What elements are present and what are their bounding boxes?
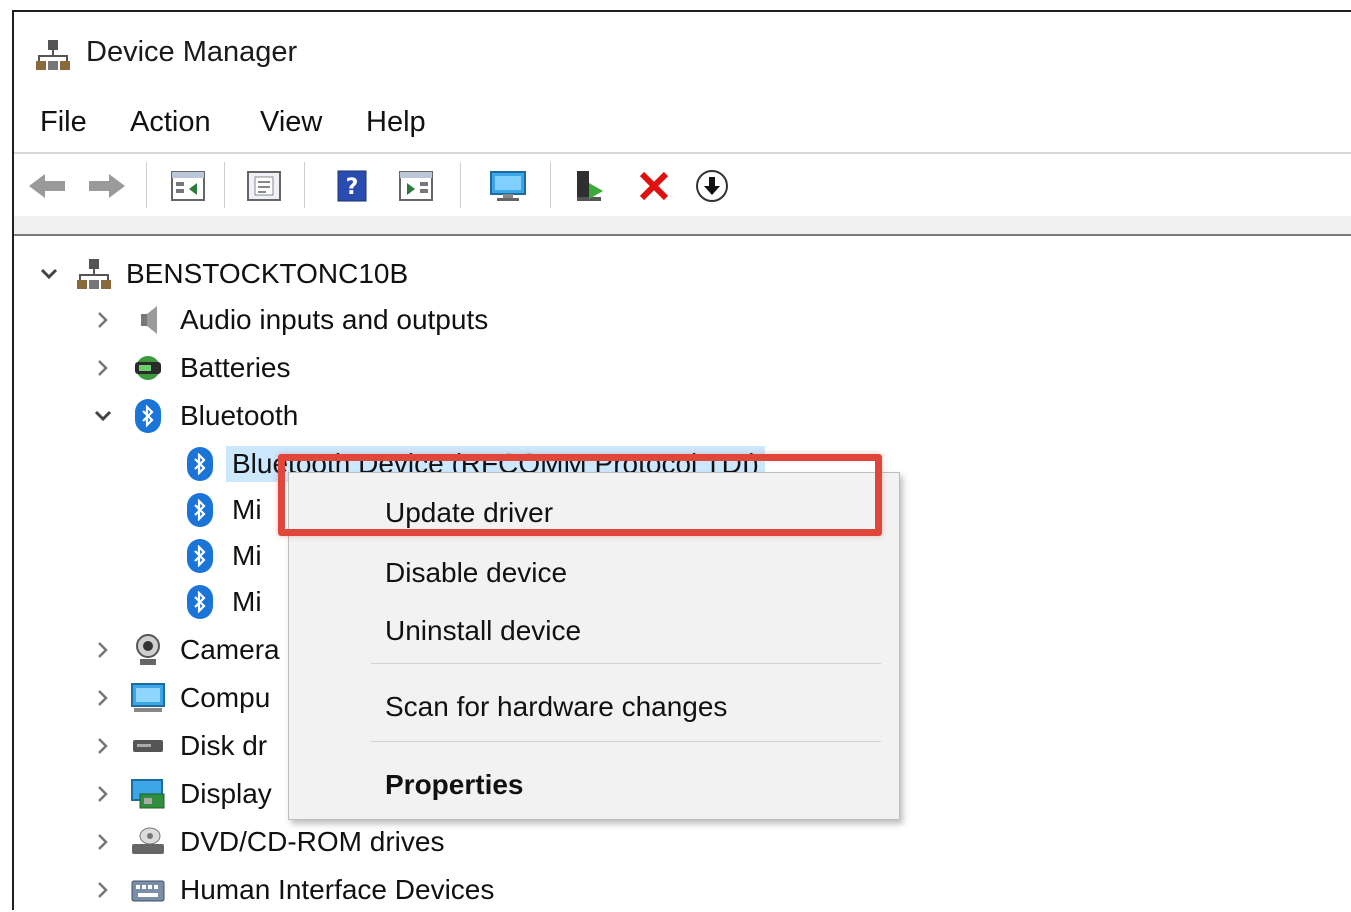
show-hide-console-tree-icon[interactable] xyxy=(168,166,208,206)
tree-item-label: Mi xyxy=(232,494,262,525)
menu-view[interactable]: View xyxy=(260,106,322,139)
menu-separator xyxy=(371,663,881,664)
tree-item-label: Batteries xyxy=(180,352,291,383)
bluetooth-icon xyxy=(182,446,218,482)
speaker-icon xyxy=(130,302,166,338)
monitor-icon xyxy=(130,680,166,716)
menu-separator xyxy=(371,741,881,742)
menu-item-disable-device[interactable]: Disable device xyxy=(385,557,567,589)
tree-item-batteries[interactable]: Batteries xyxy=(90,346,291,390)
toolbar-separator xyxy=(550,162,551,208)
dvd-drive-icon xyxy=(130,824,166,860)
menu-help[interactable]: Help xyxy=(366,106,426,139)
bluetooth-icon xyxy=(182,492,218,528)
chevron-right-icon[interactable] xyxy=(90,685,116,711)
tree-item-label: Camera xyxy=(180,634,280,665)
tree-item-cameras[interactable]: Camera xyxy=(90,628,280,672)
tree-root[interactable]: BENSTOCKTONC10B xyxy=(36,252,408,296)
window-title: Device Manager xyxy=(86,36,298,68)
toolbar-separator xyxy=(146,162,147,208)
chevron-right-icon[interactable] xyxy=(90,637,116,663)
tree-item-label: Audio inputs and outputs xyxy=(180,304,489,335)
uninstall-icon[interactable] xyxy=(634,166,674,206)
menu-item-uninstall-device[interactable]: Uninstall device xyxy=(385,615,581,647)
computer-network-icon xyxy=(76,256,112,292)
tree-item-display[interactable]: Display xyxy=(90,772,272,816)
chevron-right-icon[interactable] xyxy=(90,877,116,903)
download-icon[interactable] xyxy=(692,166,732,206)
chevron-right-icon[interactable] xyxy=(90,781,116,807)
display-adapter-icon xyxy=(130,776,166,812)
tree-item-label: Mi xyxy=(232,586,262,617)
keyboard-icon xyxy=(130,872,166,908)
chevron-down-icon[interactable] xyxy=(90,403,116,429)
back-icon[interactable] xyxy=(28,166,68,206)
webcam-icon xyxy=(130,632,166,668)
forward-icon[interactable] xyxy=(86,166,126,206)
battery-icon xyxy=(130,350,166,386)
bluetooth-icon xyxy=(130,398,166,434)
help-icon[interactable]: ? xyxy=(332,166,372,206)
menu-bar: File Action View Help xyxy=(14,100,1351,154)
toolbar-separator xyxy=(304,162,305,208)
tree-item-label: Human Interface Devices xyxy=(180,874,495,905)
chevron-down-icon[interactable] xyxy=(36,261,62,287)
chevron-right-icon[interactable] xyxy=(90,355,116,381)
bluetooth-icon xyxy=(182,538,218,574)
toolbar-band xyxy=(14,216,1351,236)
tree-item-audio[interactable]: Audio inputs and outputs xyxy=(90,298,488,342)
device-manager-icon xyxy=(36,40,70,75)
highlight-annotation xyxy=(278,454,882,536)
tree-item-hid[interactable]: Human Interface Devices xyxy=(90,868,494,912)
chevron-right-icon[interactable] xyxy=(90,829,116,855)
chevron-right-icon[interactable] xyxy=(90,733,116,759)
tree-item-bluetooth-child[interactable]: Mi xyxy=(182,534,262,578)
disk-drive-icon xyxy=(130,728,166,764)
properties-icon[interactable] xyxy=(244,166,284,206)
svg-text:?: ? xyxy=(346,175,359,200)
toolbar-separator xyxy=(224,162,225,208)
tree-item-bluetooth-child[interactable]: Mi xyxy=(182,488,262,532)
tree-item-bluetooth-child[interactable]: Mi xyxy=(182,580,262,624)
menu-item-properties[interactable]: Properties xyxy=(385,769,524,801)
tree-item-label: Bluetooth xyxy=(180,400,299,431)
tree-item-disk[interactable]: Disk dr xyxy=(90,724,267,768)
chevron-right-icon[interactable] xyxy=(90,307,116,333)
tree-root-label: BENSTOCKTONC10B xyxy=(126,258,409,289)
tree-item-label: DVD/CD-ROM drives xyxy=(180,826,445,857)
tree-item-computer[interactable]: Compu xyxy=(90,676,270,720)
tree-item-label: Display xyxy=(180,778,272,809)
menu-file[interactable]: File xyxy=(40,106,87,139)
title-bar: Device Manager xyxy=(14,12,1351,96)
tree-item-label: Mi xyxy=(232,540,262,571)
tree-item-label: Compu xyxy=(180,682,271,713)
scan-hardware-icon[interactable] xyxy=(488,166,528,206)
toolbar: ? xyxy=(14,154,1351,218)
update-driver-icon[interactable] xyxy=(570,166,610,206)
action-pane-icon[interactable] xyxy=(396,166,436,206)
tree-item-bluetooth[interactable]: Bluetooth xyxy=(90,394,298,438)
tree-item-dvd[interactable]: DVD/CD-ROM drives xyxy=(90,820,444,864)
toolbar-separator xyxy=(460,162,461,208)
bluetooth-icon xyxy=(182,584,218,620)
tree-item-label: Disk dr xyxy=(180,730,268,761)
menu-item-scan-hardware[interactable]: Scan for hardware changes xyxy=(385,691,727,723)
menu-action[interactable]: Action xyxy=(130,106,211,139)
